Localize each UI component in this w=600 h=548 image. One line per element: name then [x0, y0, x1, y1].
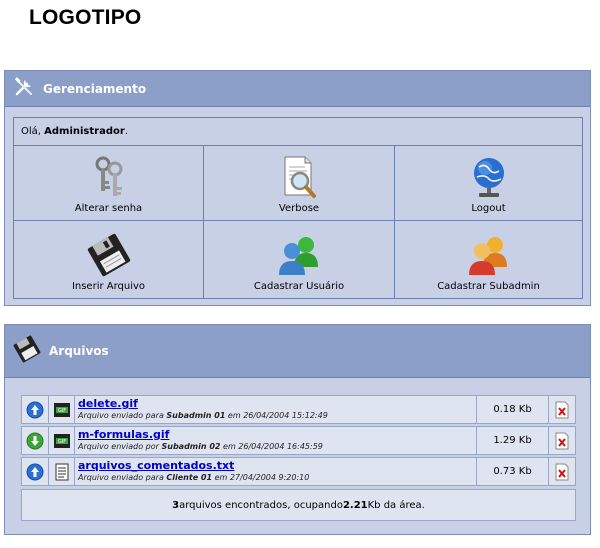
logout-label: Logout: [471, 203, 506, 214]
delete-file-icon[interactable]: [549, 458, 575, 485]
gif-file-icon: GIF: [49, 427, 75, 454]
desc-mid: em: [220, 442, 239, 451]
greeting: Olá, Administrador.: [14, 118, 582, 146]
desc-who: Subadmin 01: [166, 411, 226, 420]
desc-who: Subadmin 02: [161, 442, 221, 451]
delete-file-icon[interactable]: [549, 427, 575, 454]
file-type-label: GIF: [57, 408, 65, 414]
desc-date: 26/04/2004 15:12:49: [243, 411, 328, 420]
download-arrow-icon[interactable]: [22, 427, 49, 454]
text-file-icon: [49, 458, 75, 485]
greeting-prefix: Olá,: [21, 126, 45, 137]
file-row: arquivos_comentados.txt Arquivo enviado …: [21, 457, 576, 486]
register-subadmin-button[interactable]: Cadastrar Subadmin: [395, 221, 582, 298]
file-info: arquivos_comentados.txt Arquivo enviado …: [75, 458, 477, 485]
files-header: Arquivos: [5, 325, 590, 378]
file-link[interactable]: arquivos_comentados.txt: [78, 459, 476, 472]
management-header: Gerenciamento: [5, 71, 590, 107]
file-info: delete.gif Arquivo enviado para Subadmin…: [75, 396, 477, 423]
change-password-button[interactable]: Alterar senha: [14, 146, 204, 221]
summary-text-2: Kb da área.: [367, 499, 425, 511]
greeting-suffix: .: [124, 126, 128, 137]
file-row: GIF m-formulas.gif Arquivo enviado por S…: [21, 426, 576, 455]
file-row: GIF delete.gif Arquivo enviado para Suba…: [21, 395, 576, 424]
logout-button[interactable]: Logout: [395, 146, 582, 221]
actions-grid: Alterar senha Verbose Logout Inserir Arq…: [14, 146, 582, 298]
file-count: 3: [172, 499, 180, 511]
verbose-button[interactable]: Verbose: [204, 146, 395, 221]
files-title: Arquivos: [49, 344, 109, 358]
management-panel: Gerenciamento Olá, Administrador. Altera…: [4, 70, 591, 306]
tools-icon: [13, 76, 35, 102]
desc-prefix: Arquivo enviado para: [78, 411, 167, 420]
document-magnifier-icon: [279, 155, 319, 199]
register-user-label: Cadastrar Usuário: [253, 281, 345, 292]
file-description: Arquivo enviado para Subadmin 01 em 26/0…: [78, 410, 476, 421]
upload-arrow-icon[interactable]: [22, 396, 49, 423]
file-info: m-formulas.gif Arquivo enviado por Subad…: [75, 427, 477, 454]
desc-date: 27/04/2004 9:20:10: [229, 473, 310, 482]
total-size: 2.21: [342, 499, 368, 511]
files-summary: 3 arquivos encontrados, ocupando 2.21 Kb…: [21, 489, 576, 521]
delete-file-icon[interactable]: [549, 396, 575, 423]
management-title: Gerenciamento: [43, 81, 147, 96]
file-type-label: GIF: [57, 439, 65, 445]
file-size: 0.73 Kb: [493, 466, 532, 477]
desc-mid: em: [212, 473, 230, 482]
file-link[interactable]: delete.gif: [78, 397, 476, 410]
desc-mid: em: [225, 411, 244, 420]
verbose-label: Verbose: [278, 203, 320, 214]
management-content: Olá, Administrador. Alterar senha Verbos…: [13, 117, 583, 299]
insert-file-button[interactable]: Inserir Arquivo: [14, 221, 204, 298]
desc-who: Cliente 01: [166, 473, 213, 482]
desc-date: 26/04/2004 16:45:59: [238, 442, 323, 451]
register-subadmin-label: Cadastrar Subadmin: [437, 281, 540, 292]
file-description: Arquivo enviado para Cliente 01 em 27/04…: [78, 472, 476, 483]
insert-file-label: Inserir Arquivo: [71, 281, 146, 292]
users-icon: [277, 233, 321, 277]
desc-prefix: Arquivo enviado para: [78, 473, 167, 482]
file-link[interactable]: m-formulas.gif: [78, 428, 476, 441]
files-list: GIF delete.gif Arquivo enviado para Suba…: [21, 393, 576, 525]
user-name: Administrador: [44, 126, 125, 137]
keys-icon: [91, 155, 127, 199]
file-size: 1.29 Kb: [493, 435, 532, 446]
floppy-disk-icon: [13, 335, 41, 367]
register-user-button[interactable]: Cadastrar Usuário: [204, 221, 395, 298]
floppy-disk-icon: [87, 233, 131, 277]
file-size: 0.18 Kb: [493, 404, 532, 415]
change-password-label: Alterar senha: [74, 203, 143, 214]
desc-prefix: Arquivo enviado por: [78, 442, 162, 451]
globe-icon: [469, 155, 509, 199]
gif-file-icon: GIF: [49, 396, 75, 423]
summary-text-1: arquivos encontrados, ocupando: [179, 499, 343, 511]
logo-text: LOGOTIPO: [29, 6, 142, 29]
upload-arrow-icon[interactable]: [22, 458, 49, 485]
file-description: Arquivo enviado por Subadmin 02 em 26/04…: [78, 441, 476, 452]
subadmin-users-icon: [467, 233, 511, 277]
files-panel: Arquivos GIF delete.gif Arquivo enviado …: [4, 324, 591, 535]
